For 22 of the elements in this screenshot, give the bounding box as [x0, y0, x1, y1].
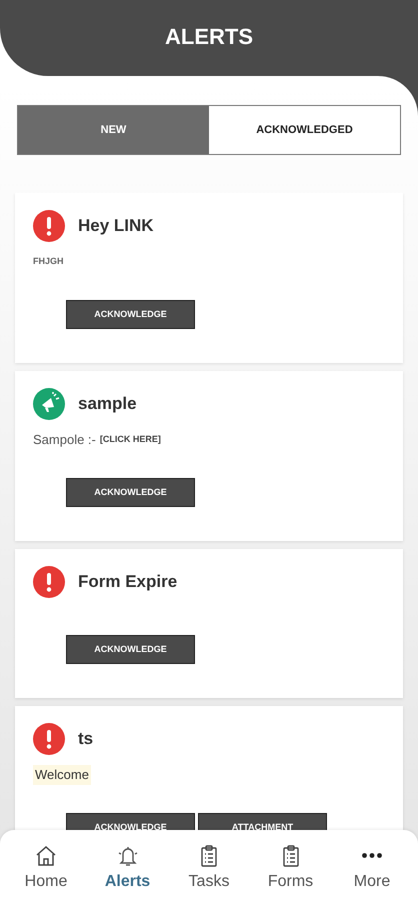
page-title: ALERTS — [165, 26, 253, 48]
alert-message: FHJGH — [33, 255, 64, 268]
alert-message: Sampole :- — [33, 431, 96, 450]
alert-action-button[interactable]: ACKNOWLEDGE — [66, 635, 195, 664]
click-here-link[interactable]: [CLICK HERE] — [100, 433, 161, 447]
nav-tab[interactable]: More — [340, 844, 404, 894]
nav-tab[interactable]: Tasks — [177, 844, 241, 894]
alert-action-button[interactable]: ATTACHMENT — [198, 813, 327, 830]
tab[interactable]: NEW — [18, 106, 209, 154]
alert-action-button[interactable]: ACKNOWLEDGE — [66, 813, 195, 830]
alert-title: Hey LINK — [78, 215, 154, 238]
alert-title: Form Expire — [78, 571, 178, 594]
nav-tab[interactable]: Forms — [258, 844, 322, 894]
nav-tab[interactable]: Home — [14, 844, 78, 894]
alert-action-button[interactable]: ACKNOWLEDGE — [66, 478, 195, 507]
alert-action-button[interactable]: ACKNOWLEDGE — [66, 300, 195, 329]
nav-tab[interactable]: Alerts — [96, 844, 160, 894]
alert-title: ts — [78, 728, 94, 750]
alert-title: sample — [78, 393, 137, 416]
home-icon — [34, 844, 58, 868]
alert-message: Welcome — [33, 765, 91, 785]
more-icon — [362, 853, 382, 858]
